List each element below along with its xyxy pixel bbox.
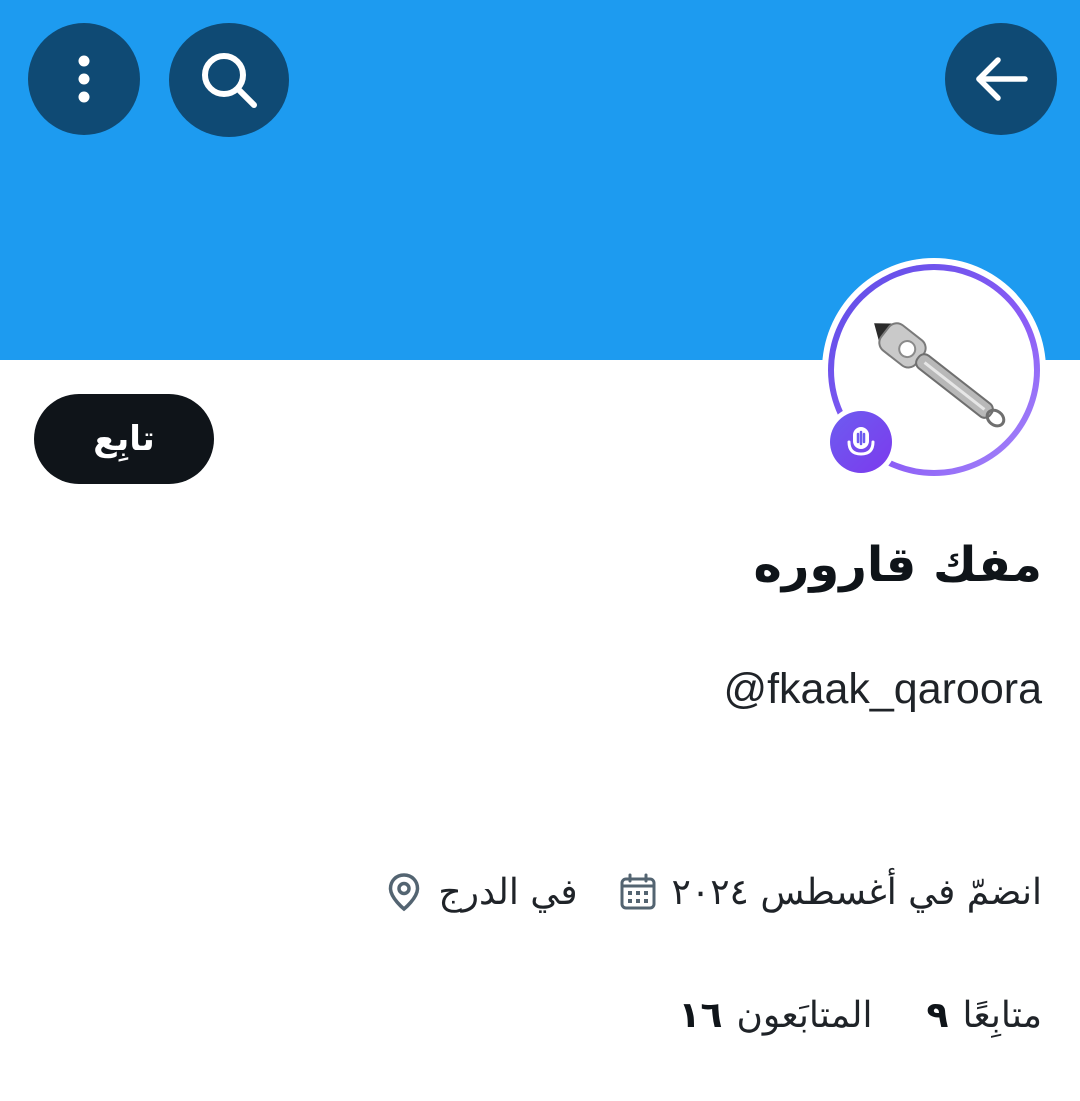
search-icon xyxy=(202,53,257,108)
calendar-icon xyxy=(618,872,658,912)
follow-button[interactable]: تابِع xyxy=(34,394,214,484)
more-vertical-icon xyxy=(78,55,90,103)
display-name: مفك قاروره xyxy=(753,537,1042,593)
joined-item: انضمّ في أغسطس ٢٠٢٤ xyxy=(618,872,1042,913)
search-button[interactable] xyxy=(169,23,289,137)
followers-label: المتابَعون xyxy=(736,994,873,1036)
location-item: في الدرج xyxy=(384,871,578,913)
location-pin-icon xyxy=(384,872,424,912)
avatar[interactable] xyxy=(822,258,1046,482)
username-handle: @fkaak_qaroora xyxy=(723,665,1042,713)
back-button[interactable] xyxy=(945,23,1057,135)
following-label: متابِعًا xyxy=(962,994,1042,1036)
follow-stats: ١٦ المتابَعون ٩ متابِعًا xyxy=(625,985,1042,1045)
more-options-button[interactable] xyxy=(28,23,140,135)
following-link[interactable]: ٩ متابِعًا xyxy=(927,995,1042,1036)
followers-link[interactable]: ١٦ المتابَعون xyxy=(679,995,873,1036)
arrow-left-icon xyxy=(976,57,1028,101)
location-text: في الدرج xyxy=(438,871,578,913)
spaces-badge[interactable] xyxy=(825,406,897,478)
following-count: ٩ xyxy=(926,994,949,1036)
joined-text: انضمّ في أغسطس ٢٠٢٤ xyxy=(671,871,1042,913)
profile-meta: في الدرج انضمّ في أغسطس ٢٠٢٤ xyxy=(344,862,1042,922)
spaces-microphone-icon xyxy=(847,427,875,456)
followers-count: ١٦ xyxy=(678,994,723,1036)
